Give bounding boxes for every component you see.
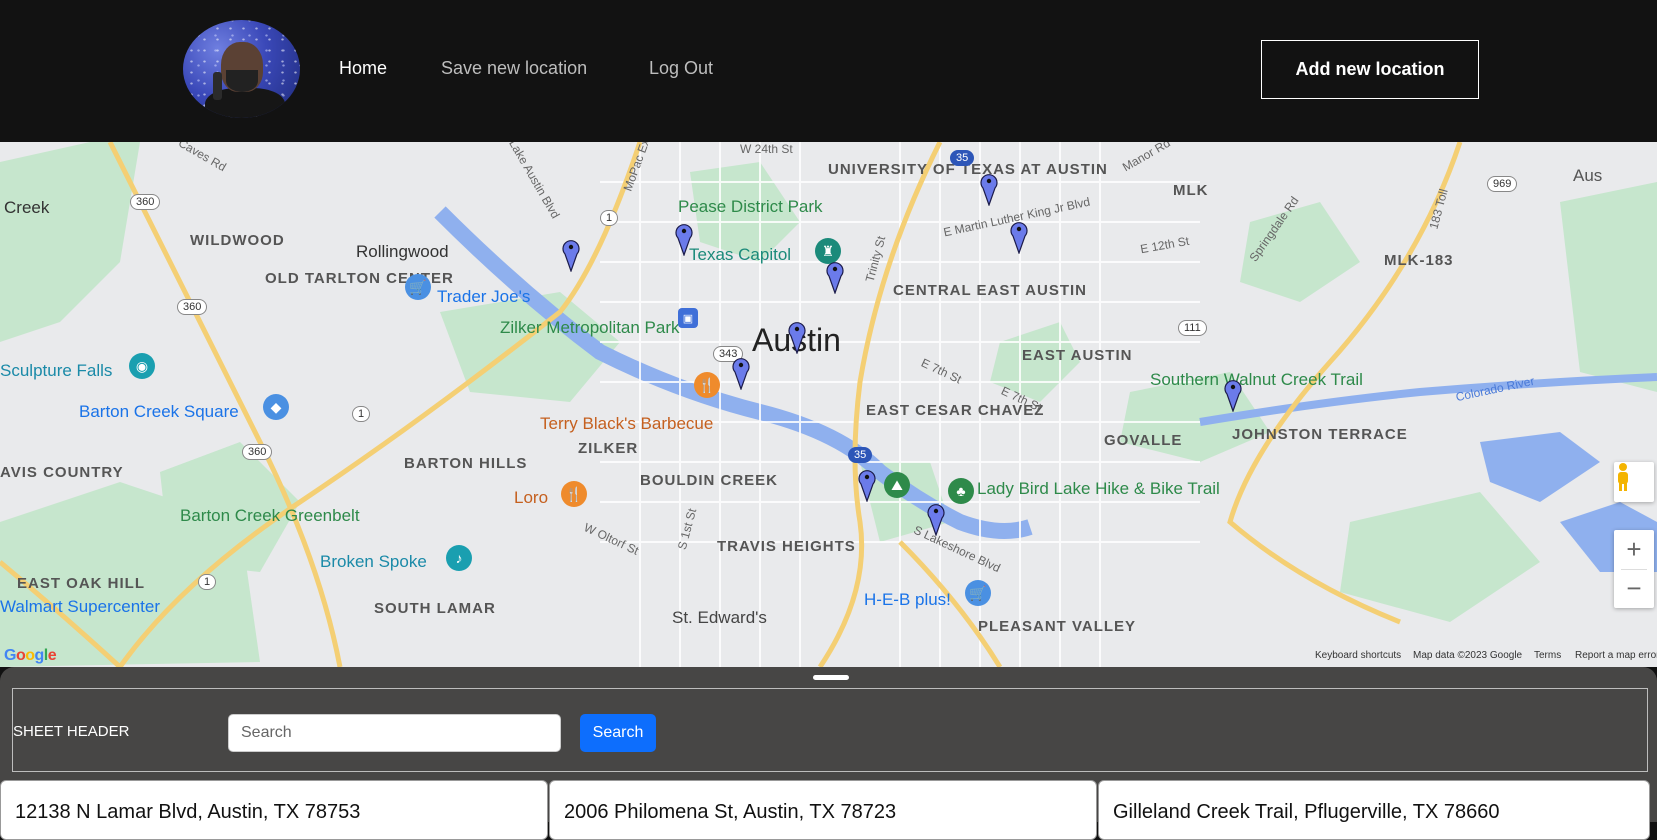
map-place-loro: Loro: [514, 488, 549, 507]
report-map-error-link[interactable]: Report a map error: [1575, 650, 1657, 661]
map-area-avis-country: AVIS COUNTRY: [0, 464, 124, 481]
map-area-east-austin: EAST AUSTIN: [1022, 347, 1133, 364]
shopping-cart-icon[interactable]: 🛒: [405, 274, 431, 300]
map-place-aus: Aus: [1573, 166, 1603, 185]
terms-link[interactable]: Terms: [1534, 650, 1561, 661]
restaurant-icon[interactable]: 🍴: [561, 481, 587, 507]
location-pin-icon[interactable]: [1224, 378, 1242, 412]
map-area-govalle: GOVALLE: [1104, 432, 1183, 449]
sheet-header-title: SHEET HEADER: [13, 723, 130, 740]
camera-icon[interactable]: ◉: [129, 353, 155, 379]
map-area-pleasant-valley: PLEASANT VALLEY: [978, 618, 1137, 635]
sheet-drag-handle[interactable]: [813, 675, 849, 680]
map-place-lady-bird-lake: Lady Bird Lake Hike & Bike Trail: [977, 479, 1220, 498]
map-place-heb-plus: H-E-B plus!: [864, 590, 951, 609]
highway-shield: 35: [848, 447, 873, 463]
map-place-st-edwards: St. Edward's: [672, 608, 767, 627]
map-area-bouldin-creek: BOULDIN CREEK: [640, 472, 779, 489]
map-area-east-oak-hill: EAST OAK HILL: [17, 575, 145, 592]
hiking-icon[interactable]: ⛰: [884, 472, 910, 498]
avatar-beard: [226, 70, 258, 92]
map-place-rollingwood: Rollingwood: [356, 242, 449, 261]
map-place-walmart: Walmart Supercenter: [0, 597, 160, 616]
zoom-out-button[interactable]: −: [1614, 570, 1654, 608]
location-pin-icon[interactable]: [980, 172, 998, 206]
keyboard-shortcuts-link[interactable]: Keyboard shortcuts: [1315, 650, 1401, 661]
avatar-bottle: [213, 72, 222, 100]
nav-link-log-out[interactable]: Log Out: [649, 58, 713, 79]
location-pin-icon[interactable]: [562, 238, 580, 272]
location-pin-icon[interactable]: [858, 468, 876, 502]
map-place-zilker-park: Zilker Metropolitan Park: [500, 318, 680, 337]
map-area-mlk-183: MLK-183: [1384, 252, 1454, 269]
location-pin-icon[interactable]: [927, 502, 945, 536]
user-avatar[interactable]: [183, 20, 300, 118]
zoom-in-button[interactable]: +: [1614, 531, 1654, 569]
map-place-pease-park: Pease District Park: [678, 197, 823, 216]
location-card-list: 12138 N Lamar Blvd, Austin, TX 78753 200…: [0, 780, 1657, 840]
music-venue-icon[interactable]: ♪: [446, 545, 472, 571]
map-area-johnston-terrace: JOHNSTON TERRACE: [1232, 426, 1408, 443]
map-place-broken-spoke: Broken Spoke: [320, 552, 427, 571]
highway-shield: 35: [950, 150, 975, 166]
location-pin-icon[interactable]: [788, 320, 806, 354]
map-view[interactable]: UNIVERSITY OF TEXAS AT AUSTIN WILDWOOD O…: [0, 142, 1657, 667]
location-pin-icon[interactable]: [675, 222, 693, 256]
nav-link-save-new-location[interactable]: Save new location: [441, 58, 587, 79]
add-new-location-button[interactable]: Add new location: [1261, 40, 1479, 99]
map-place-terry-blacks: Terry Black's Barbecue: [540, 414, 714, 433]
map-base-graphics: [0, 142, 1657, 667]
map-area-zilker: ZILKER: [578, 440, 639, 457]
street-view-pegman-icon[interactable]: [1614, 462, 1654, 502]
park-tree-icon[interactable]: ♣: [948, 478, 974, 504]
map-place-creek: Creek: [4, 198, 50, 217]
shopping-bag-icon[interactable]: ◆: [263, 394, 289, 420]
highway-shield: 1: [352, 406, 371, 422]
map-area-south-lamar: SOUTH LAMAR: [374, 600, 496, 617]
map-area-travis-heights: TRAVIS HEIGHTS: [717, 538, 856, 555]
shopping-cart-icon[interactable]: 🛒: [965, 580, 991, 606]
restaurant-icon[interactable]: 🍴: [694, 372, 720, 398]
location-pin-icon[interactable]: [1010, 220, 1028, 254]
highway-shield: 360: [242, 444, 273, 460]
location-card[interactable]: Gilleland Creek Trail, Pflugerville, TX …: [1098, 780, 1650, 840]
map-place-trader-joes: Trader Joe's: [437, 287, 531, 306]
top-navbar: Home Save new location Log Out Add new l…: [0, 0, 1657, 142]
search-button[interactable]: Search: [580, 714, 656, 752]
highway-shield: 1: [600, 210, 619, 226]
search-input[interactable]: [228, 714, 561, 752]
location-pin-icon[interactable]: [732, 356, 750, 390]
zoom-controls: + −: [1614, 530, 1654, 608]
highway-shield: 111: [1178, 320, 1207, 336]
map-data-attribution: Map data ©2023 Google: [1413, 650, 1523, 661]
map-area-barton-hills: BARTON HILLS: [404, 455, 528, 472]
map-area-mlk: MLK: [1173, 182, 1209, 199]
location-card[interactable]: 2006 Philomena St, Austin, TX 78723: [549, 780, 1097, 840]
location-card[interactable]: 12138 N Lamar Blvd, Austin, TX 78753: [0, 780, 548, 840]
map-area-wildwood: WILDWOOD: [190, 232, 285, 249]
map-place-texas-capitol: Texas Capitol: [689, 245, 792, 264]
map-place-barton-greenbelt: Barton Creek Greenbelt: [180, 506, 360, 525]
google-logo: Google: [4, 647, 57, 664]
map-area-central-east-austin: CENTRAL EAST AUSTIN: [893, 282, 1088, 299]
highway-shield: 360: [177, 299, 208, 315]
highway-shield: 360: [130, 194, 161, 210]
map-place-sculpture-falls: Sculpture Falls: [0, 361, 113, 380]
nav-link-home[interactable]: Home: [339, 58, 387, 79]
highway-shield: 1: [198, 574, 217, 590]
map-place-barton-creek-square: Barton Creek Square: [79, 402, 239, 421]
bottom-sheet: SHEET HEADER Search 12138 N Lamar Blvd, …: [0, 667, 1657, 840]
transit-icon[interactable]: ▣: [678, 308, 698, 328]
map-street-label: W 24th St: [740, 142, 793, 156]
highway-shield: 969: [1487, 176, 1518, 192]
location-pin-icon[interactable]: [826, 260, 844, 294]
